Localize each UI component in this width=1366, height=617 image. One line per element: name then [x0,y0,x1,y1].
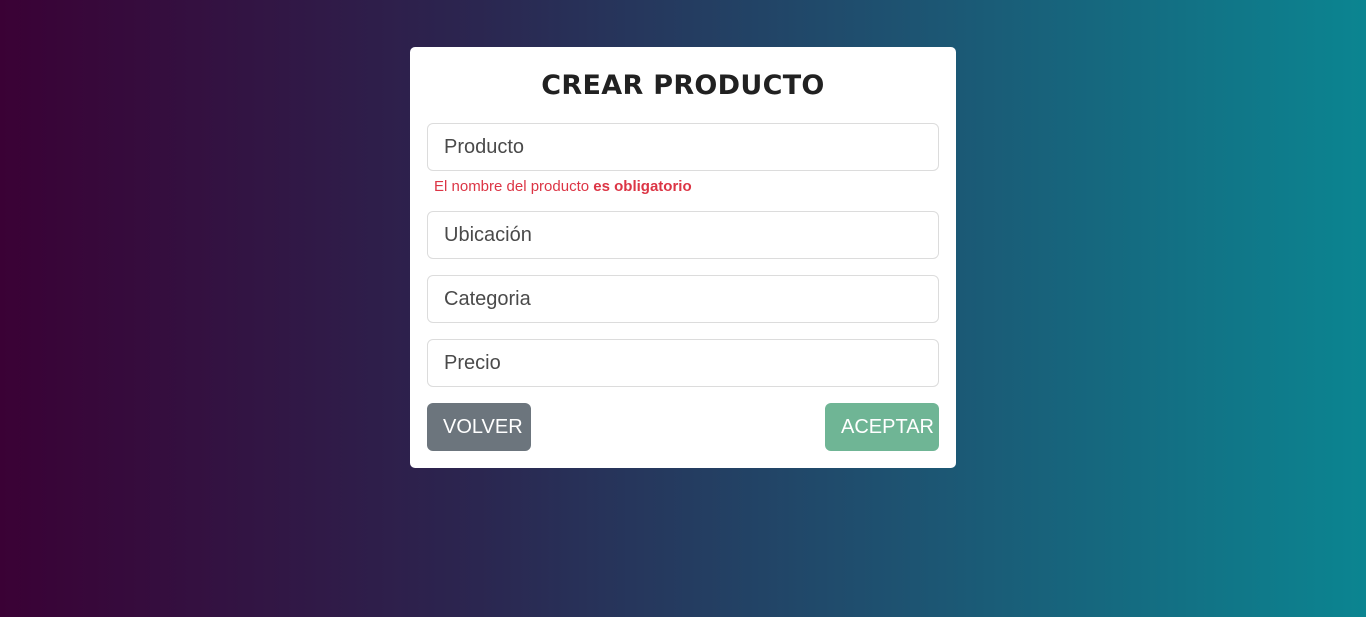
error-emphasis: es obligatorio [593,178,692,195]
category-input[interactable] [427,275,939,323]
location-input[interactable] [427,211,939,259]
error-text: El nombre del producto [434,178,594,195]
form-actions: VOLVER ACEPTAR [427,403,939,451]
back-button[interactable]: VOLVER [427,403,531,451]
accept-button[interactable]: ACEPTAR [825,403,939,451]
price-input[interactable] [427,339,939,387]
product-input[interactable] [427,123,939,171]
product-error-message: El nombre del producto es obligatorio [427,175,939,199]
page-title: CREAR PRODUCTO [541,70,825,101]
create-product-card: CREAR PRODUCTO El nombre del producto es… [410,47,956,468]
